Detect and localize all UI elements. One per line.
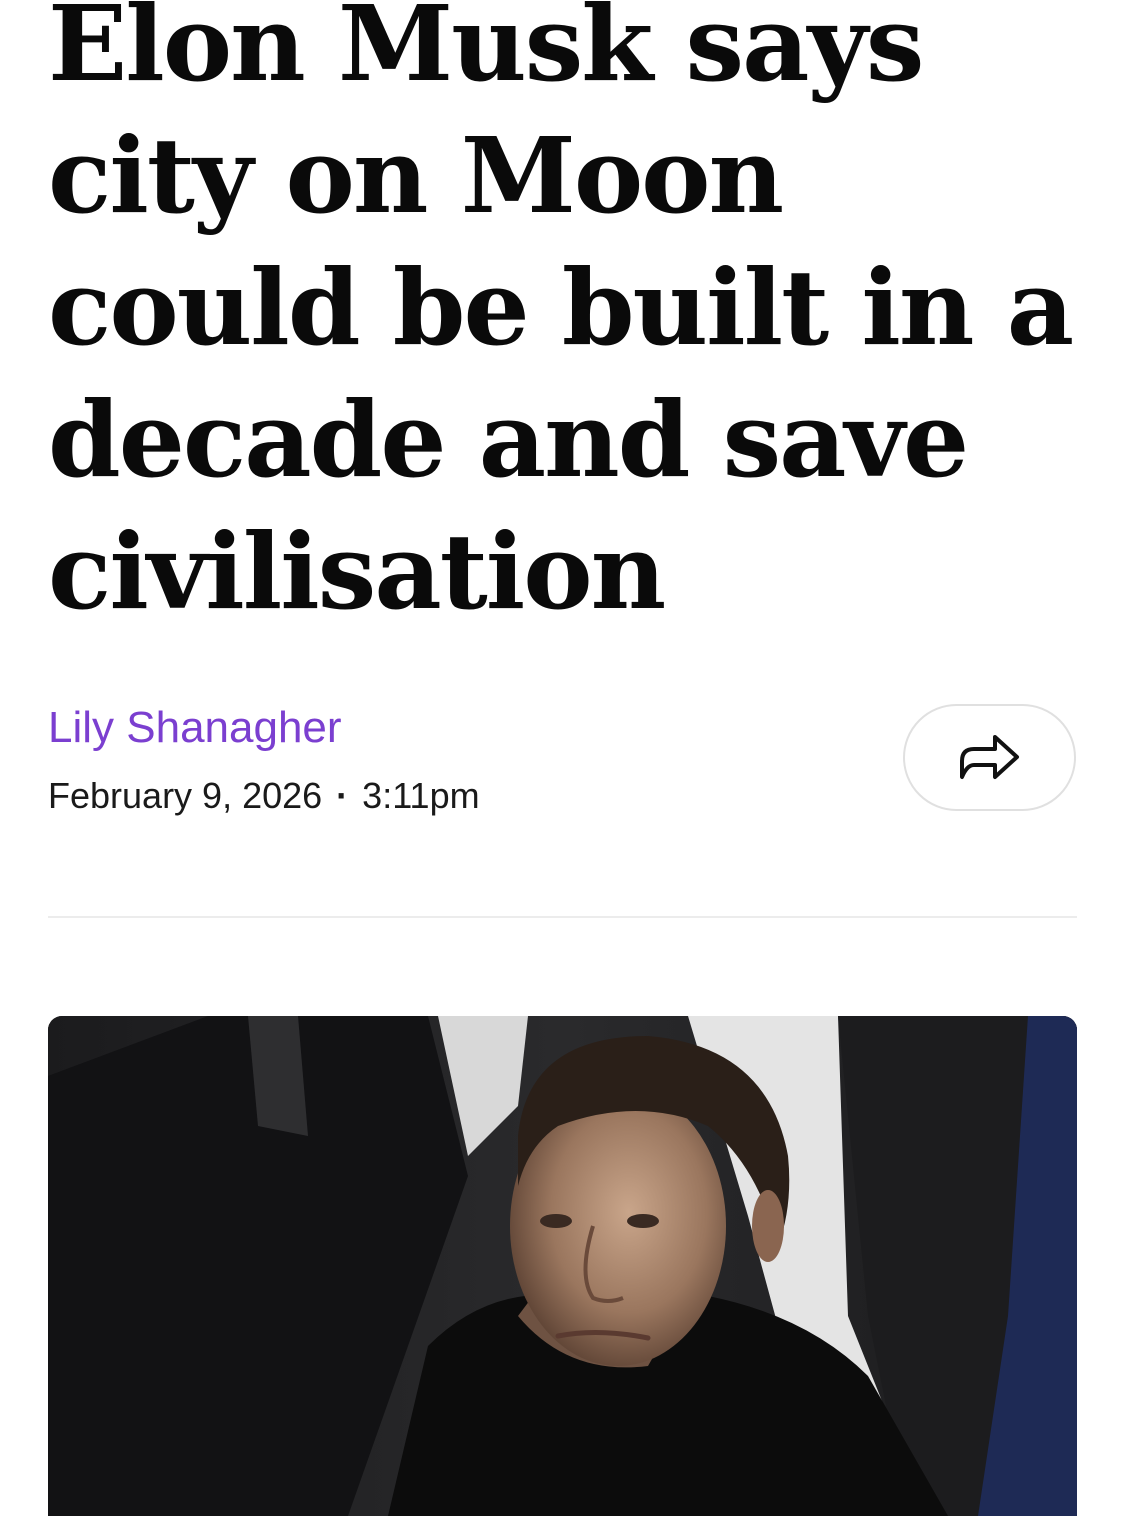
article: Elon Musk says city on Moon could be bui…	[0, 0, 1125, 1516]
publish-date: February 9, 2026	[48, 775, 323, 816]
share-arrow-icon	[957, 727, 1023, 788]
article-meta: February 9, 2026 · 3:11pm	[48, 774, 480, 818]
article-headline: Elon Musk says city on Moon could be bui…	[48, 0, 1074, 633]
hero-image	[48, 1016, 1077, 1516]
divider	[48, 916, 1077, 918]
author-link[interactable]: Lily Shanagher	[48, 702, 342, 754]
publish-time: 3:11pm	[362, 775, 480, 816]
meta-separator: ·	[336, 775, 349, 816]
share-button[interactable]	[903, 704, 1076, 811]
